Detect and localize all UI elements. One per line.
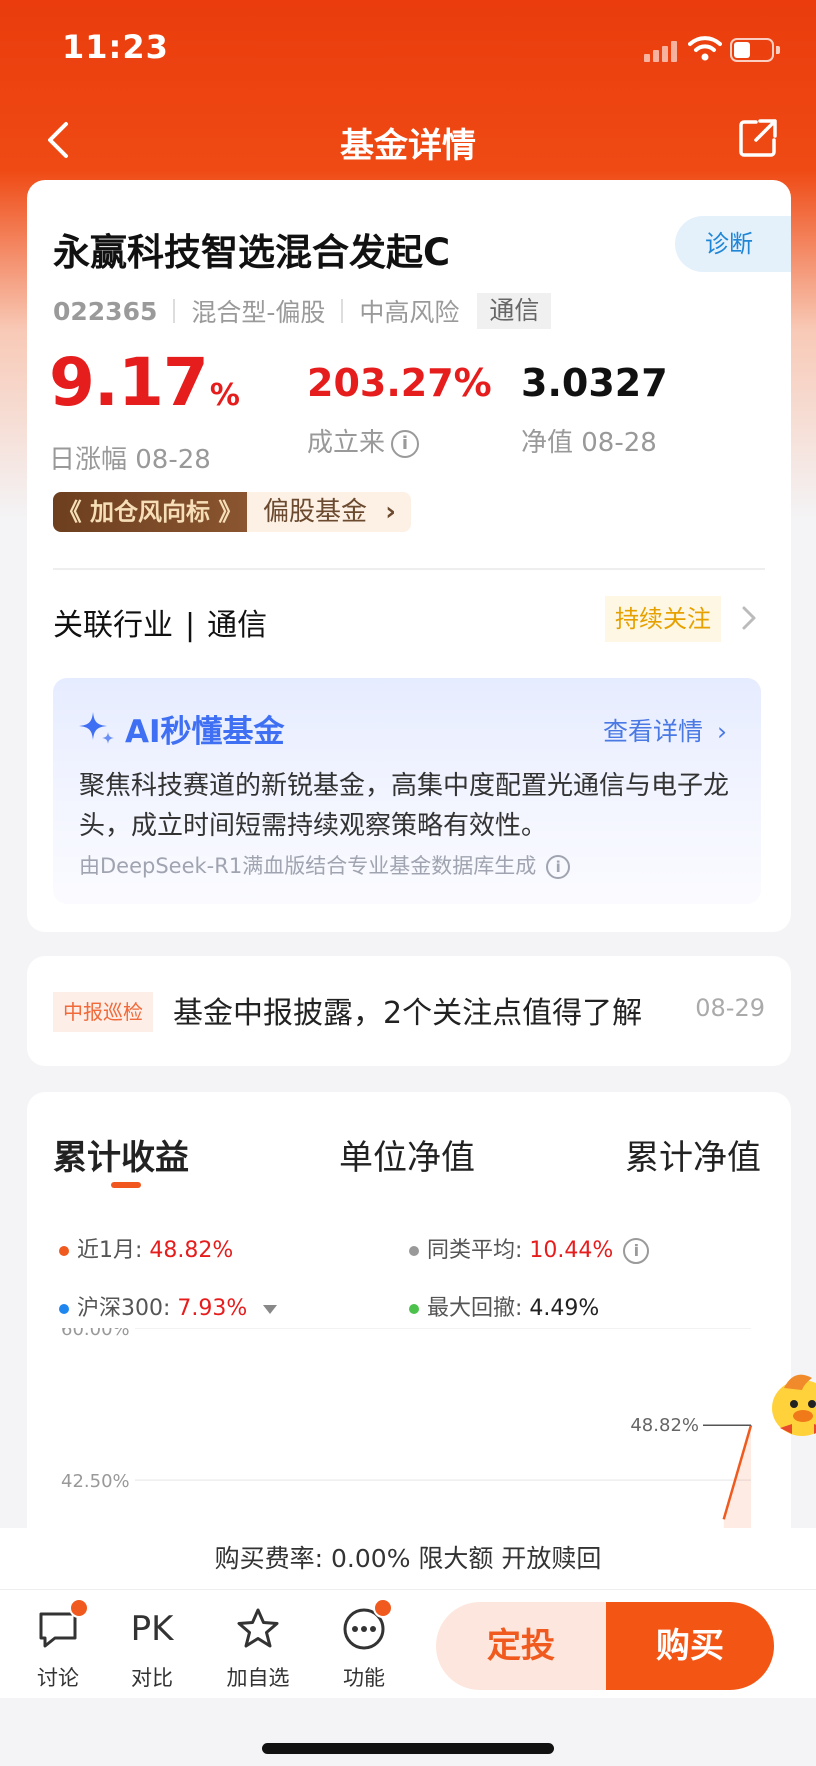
pk-icon: PK <box>130 1609 174 1649</box>
wifi-icon <box>688 36 722 61</box>
signal-badge[interactable]: 《 加仓风向标 》 偏股基金 › <box>53 492 411 532</box>
ai-view-details-link[interactable]: 查看详情 › <box>603 712 727 748</box>
y-tick-label: 42.50% <box>61 1471 130 1492</box>
tab-active-indicator <box>111 1182 141 1188</box>
divider <box>53 568 765 570</box>
legend-dot <box>409 1304 419 1314</box>
nav-bar: 基金详情 <box>0 100 816 180</box>
daily-change-stat: 9.17% 日涨幅 08-28 <box>49 344 240 476</box>
legend-dot <box>409 1246 419 1256</box>
nav-label: 净值 08-28 <box>521 428 657 458</box>
ai-summary-box: AI秒懂基金 查看详情 › 聚焦科技赛道的新锐基金，高集中度配置光通信与电子龙头… <box>53 678 761 904</box>
fund-type: 混合型-偏股 <box>191 298 326 327</box>
since-inception-label: 成立来 i <box>307 422 492 459</box>
status-bar: 11:23 <box>0 0 816 100</box>
home-indicator[interactable] <box>262 1743 554 1754</box>
status-time: 11:23 <box>62 28 169 66</box>
chevron-right-icon: › <box>717 717 727 746</box>
fund-risk: 中高风险 <box>359 298 460 327</box>
nav-value: 3.0327 <box>521 361 668 405</box>
news-card[interactable]: 中报巡检 基金中报披露，2个关注点值得了解 08-29 <box>27 956 791 1066</box>
caret-down-icon[interactable] <box>263 1304 278 1314</box>
legend-dot <box>59 1304 69 1314</box>
fund-code: 022365 <box>53 296 158 326</box>
info-icon[interactable]: i <box>546 855 571 879</box>
chevron-right-icon: › <box>385 497 396 527</box>
since-inception-stat: 203.27% 成立来 i <box>307 350 492 459</box>
meta-divider <box>173 299 176 323</box>
legend-hs300[interactable]: 沪深300: 7.93% <box>59 1290 278 1322</box>
sparkle-icon <box>79 712 114 744</box>
y-tick-label: 60.00% <box>61 1328 130 1340</box>
legend-month-return: 近1月: 48.82% <box>59 1232 233 1264</box>
notification-dot <box>69 1598 89 1618</box>
tab-cumulative-nav[interactable]: 累计净值 <box>625 1130 761 1179</box>
fund-name: 永赢科技智选混合发起C <box>53 231 451 274</box>
functions-button[interactable]: 功能 <box>324 1598 404 1692</box>
discuss-button[interactable]: 讨论 <box>18 1598 98 1692</box>
functions-label: 功能 <box>343 1666 385 1690</box>
news-tag: 中报巡检 <box>53 992 153 1032</box>
tab-cumulative-return[interactable]: 累计收益 <box>53 1130 189 1179</box>
nav-stat: 3.0327 净值 08-28 <box>521 350 668 459</box>
mascot-icon[interactable] <box>764 1362 816 1442</box>
discuss-label: 讨论 <box>37 1666 79 1690</box>
compare-label: 对比 <box>131 1666 173 1690</box>
chevron-right-icon[interactable] <box>737 598 761 638</box>
ai-summary-text: 聚焦科技赛道的新锐基金，高集中度配置光通信与电子龙头，成立时间短需持续观察策略有… <box>79 771 730 841</box>
related-industry[interactable]: 关联行业 | 通信 <box>53 600 267 644</box>
meta-divider <box>341 299 344 323</box>
fund-summary-card: 永赢科技智选混合发起C 诊断 022365 混合型-偏股 中高风险 通信 9.1… <box>27 180 791 932</box>
add-watchlist-label: 加自选 <box>226 1666 290 1690</box>
legend-dot <box>59 1246 69 1256</box>
battery-icon <box>730 38 780 62</box>
diagnose-button[interactable]: 诊断 <box>675 216 791 272</box>
news-date: 08-29 <box>695 994 765 1022</box>
daily-change-label: 日涨幅 08-28 <box>49 445 211 475</box>
legend-max-drawdown: 最大回撤: 4.49% <box>409 1290 599 1322</box>
data-label: 48.82% <box>630 1415 699 1436</box>
signal-icon <box>644 40 680 62</box>
buy-button[interactable]: 购买 <box>606 1602 774 1690</box>
legend-peer-average: 同类平均: 10.44% i <box>409 1232 650 1264</box>
star-icon <box>237 1608 279 1648</box>
fund-sector-tag[interactable]: 通信 <box>477 293 552 329</box>
since-inception-value: 203.27% <box>307 361 492 405</box>
follow-tag[interactable]: 持续关注 <box>605 596 721 642</box>
tab-unit-nav[interactable]: 单位净值 <box>339 1130 475 1179</box>
info-icon[interactable]: i <box>391 429 420 458</box>
ai-title: AI秒懂基金 <box>125 714 285 750</box>
news-headline: 基金中报披露，2个关注点值得了解 <box>173 996 643 1031</box>
home-strip <box>0 1698 816 1766</box>
bottom-action-bar: 讨论 PK 对比 加自选 功能 定投 购买 <box>0 1590 816 1698</box>
daily-change-value: 9.17% <box>49 344 240 421</box>
return-chart: 60.00% 42.50% 48.82% <box>61 1328 753 1528</box>
badge-signal-label: 《 加仓风向标 》 <box>53 492 247 532</box>
ai-source-note: 由DeepSeek-R1满血版结合专业基金数据库生成 i <box>79 850 571 880</box>
info-icon[interactable]: i <box>623 1238 650 1264</box>
notification-dot <box>373 1598 393 1618</box>
share-icon[interactable] <box>736 116 780 160</box>
badge-category: 偏股基金 › <box>247 492 411 532</box>
auto-invest-button[interactable]: 定投 <box>436 1602 606 1690</box>
fund-meta-row: 022365 混合型-偏股 中高风险 通信 <box>53 292 552 330</box>
fee-info-bar: 购买费率: 0.00% 限大额 开放赎回 <box>0 1528 816 1590</box>
page-title: 基金详情 <box>340 126 476 166</box>
compare-button[interactable]: PK 对比 <box>112 1606 192 1692</box>
add-watchlist-button[interactable]: 加自选 <box>218 1606 298 1692</box>
